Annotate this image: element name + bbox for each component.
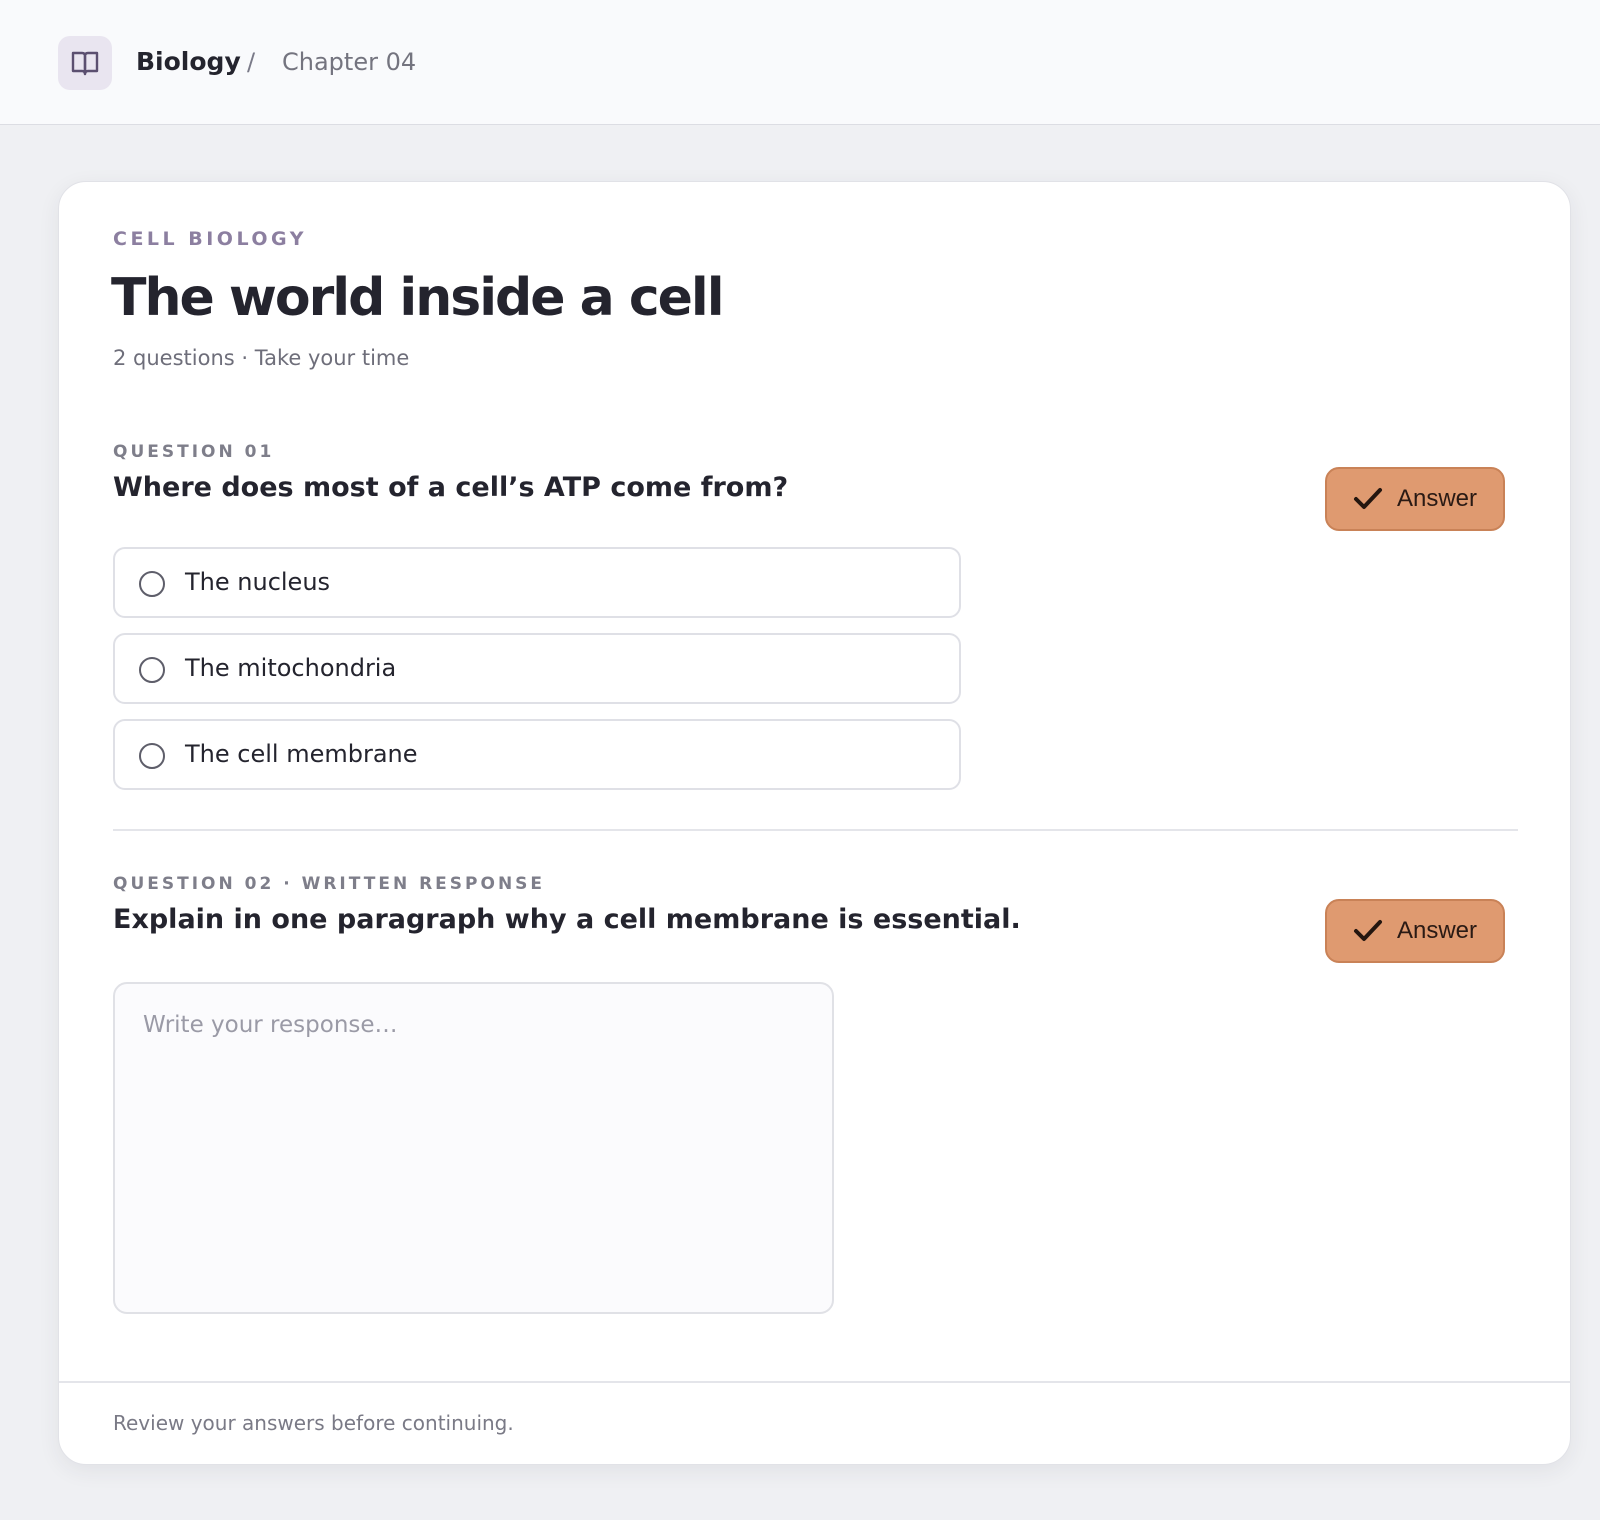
breadcrumb-biology[interactable]: Biology — [136, 44, 241, 80]
checkmark-icon — [1353, 488, 1382, 509]
option-nucleus[interactable]: The nucleus — [113, 547, 961, 618]
question-2-answer-button[interactable]: Answer — [1325, 899, 1505, 963]
option-label: The nucleus — [185, 568, 331, 596]
question-1-answer-button[interactable]: Answer — [1325, 467, 1505, 531]
question-2-prompt: Explain in one paragraph why a cell memb… — [113, 904, 1021, 935]
book-icon-button[interactable] — [58, 36, 112, 90]
quiz-card: CELL BIOLOGY The world inside a cell 2 q… — [58, 181, 1571, 1465]
answer-button-label: Answer — [1396, 917, 1478, 944]
radio-button[interactable] — [139, 657, 165, 683]
card-footer: Review your answers before continuing. — [59, 1381, 1570, 1464]
question-1-label: QUESTION 01 — [113, 442, 275, 462]
top-bar: Biology / Chapter 04 — [0, 0, 1600, 125]
option-label: The cell membrane — [185, 740, 418, 768]
breadcrumb-current: Chapter 04 — [282, 48, 417, 76]
quiz-subtitle: 2 questions · Take your time — [113, 346, 410, 370]
answer-button-label: Answer — [1396, 485, 1478, 512]
quiz-eyebrow: CELL BIOLOGY — [113, 228, 307, 250]
option-mitochondria[interactable]: The mitochondria — [113, 633, 961, 704]
breadcrumb-separator: / — [247, 48, 256, 76]
radio-button[interactable] — [139, 571, 165, 597]
radio-button[interactable] — [139, 743, 165, 769]
option-cell-membrane[interactable]: The cell membrane — [113, 719, 961, 790]
question-2-label: QUESTION 02 · WRITTEN RESPONSE — [113, 874, 546, 894]
option-label: The mitochondria — [185, 654, 397, 682]
footer-note: Review your answers before continuing. — [113, 1411, 514, 1435]
written-response-textarea[interactable] — [113, 982, 834, 1314]
checkmark-icon — [1353, 920, 1382, 941]
page-title: The world inside a cell — [111, 268, 725, 328]
question-1-prompt: Where does most of a cell’s ATP come fro… — [113, 472, 789, 503]
section-divider — [113, 829, 1518, 831]
book-open-icon — [71, 51, 99, 76]
